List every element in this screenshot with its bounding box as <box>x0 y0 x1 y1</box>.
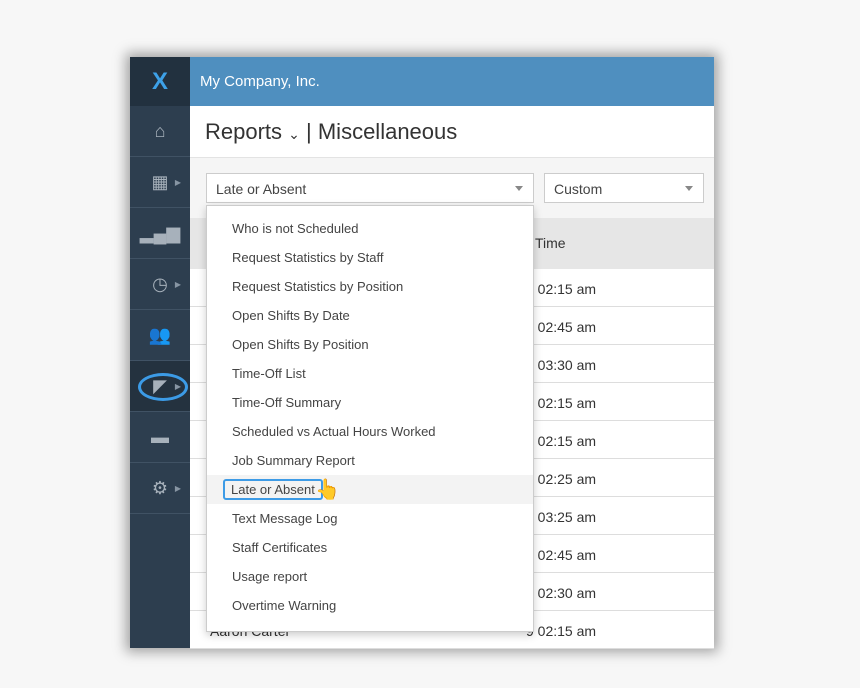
gear-icon: ⚙ <box>151 477 169 498</box>
sidebar-item-reports[interactable]: ◤ ▶ <box>130 361 190 412</box>
cell-time: 9 03:30 am <box>526 357 597 373</box>
dropdown-option[interactable]: Staff Certificates <box>207 533 533 562</box>
home-icon: ⌂ <box>154 120 166 141</box>
hand-cursor-icon: 👆 <box>315 479 340 501</box>
report-dropdown: Who is not Scheduled Request Statistics b… <box>206 205 534 632</box>
dropdown-option[interactable]: Usage report <box>207 562 533 591</box>
dropdown-option[interactable]: Who is not Scheduled <box>207 214 533 243</box>
option-label: Time-Off Summary <box>232 395 342 410</box>
report-select-value: Late or Absent <box>216 181 307 197</box>
dropdown-option[interactable]: Scheduled vs Actual Hours Worked <box>207 417 533 446</box>
cell-time: 9 02:45 am <box>526 547 597 563</box>
dropdown-option[interactable]: Time-Off Summary <box>207 388 533 417</box>
cell-time: 9 02:45 am <box>526 319 597 335</box>
option-label: Open Shifts By Position <box>232 337 369 352</box>
cell-time: 9 02:15 am <box>526 281 597 297</box>
reports-menu[interactable]: Reports ⌄ <box>205 119 300 144</box>
option-label: Request Statistics by Staff <box>232 250 384 265</box>
report-select[interactable]: Late or Absent <box>206 173 534 203</box>
dropdown-option[interactable]: Late or Absent 👆 <box>207 475 533 504</box>
sidebar-item-home[interactable]: ⌂ <box>130 106 190 157</box>
clock-icon: ◷ <box>152 273 168 294</box>
dropdown-option[interactable]: Text Message Log <box>207 504 533 533</box>
calendar-icon: ▦ <box>151 171 169 192</box>
app-window: X ⌂ ▦ ▶ ▂▄▆ ◷ ▶ 👥 ◤ ▶ ▬ ⚙ ▶ My Company, Inc.… <box>130 57 714 649</box>
caret-down-icon <box>515 186 523 195</box>
title-text: Reports <box>205 119 283 144</box>
option-label: Late or Absent <box>223 479 323 500</box>
users-icon: 👥 <box>148 324 172 345</box>
sidebar-item-schedule[interactable]: ▦ ▶ <box>130 157 190 208</box>
caret-down-icon <box>685 186 693 195</box>
option-label: Who is not Scheduled <box>232 221 359 236</box>
top-bar: My Company, Inc. <box>190 57 714 106</box>
dropdown-option[interactable]: Request Statistics by Position <box>207 272 533 301</box>
sidebar-item-staff[interactable]: 👥 <box>130 310 190 361</box>
sidebar-item-settings[interactable]: ⚙ ▶ <box>130 463 190 514</box>
cell-time: 9 03:25 am <box>526 509 597 525</box>
option-label: Open Shifts By Date <box>232 308 350 323</box>
range-select-value: Custom <box>554 181 603 197</box>
cell-time: 9 02:15 am <box>526 623 597 639</box>
logo: X <box>130 57 190 106</box>
option-label: Scheduled vs Actual Hours Worked <box>232 424 436 439</box>
bar-chart-icon: ▂▄▆ <box>139 222 181 243</box>
dropdown-option[interactable]: Job Summary Report <box>207 446 533 475</box>
dropdown-option[interactable]: Time-Off List <box>207 359 533 388</box>
option-label: Job Summary Report <box>232 453 355 468</box>
sidebar-item-messages[interactable]: ▬ <box>130 412 190 463</box>
option-label: Staff Certificates <box>232 540 328 555</box>
cell-time: 9 02:25 am <box>526 471 597 487</box>
option-label: Overtime Warning <box>232 598 337 613</box>
option-label: Text Message Log <box>232 511 338 526</box>
sidebar-item-stats[interactable]: ▂▄▆ <box>130 208 190 259</box>
cell-time: 9 02:15 am <box>526 395 597 411</box>
option-label: Request Statistics by Position <box>232 279 404 294</box>
sidebar: X ⌂ ▦ ▶ ▂▄▆ ◷ ▶ 👥 ◤ ▶ ▬ ⚙ ▶ <box>130 57 190 648</box>
option-label: Time-Off List <box>232 366 306 381</box>
dropdown-option[interactable]: Open Shifts By Date <box>207 301 533 330</box>
cell-time: 9 02:30 am <box>526 585 597 601</box>
subtitle: | Miscellaneous <box>306 119 458 144</box>
dropdown-option[interactable]: Request Statistics by Staff <box>207 243 533 272</box>
range-select[interactable]: Custom <box>544 173 704 203</box>
column-time[interactable]: Time <box>535 235 566 251</box>
chevron-down-icon: ⌄ <box>288 126 300 142</box>
option-label: Usage report <box>232 569 308 584</box>
chat-icon: ▬ <box>151 426 169 447</box>
cell-time: 9 02:15 am <box>526 433 597 449</box>
dropdown-option[interactable]: Open Shifts By Position <box>207 330 533 359</box>
page-title: Reports ⌄ | Miscellaneous <box>190 106 714 158</box>
highlight-ring <box>138 373 188 401</box>
dropdown-option[interactable]: Overtime Warning <box>207 591 533 620</box>
company-name: My Company, Inc. <box>200 73 320 90</box>
sidebar-item-timeclock[interactable]: ◷ ▶ <box>130 259 190 310</box>
